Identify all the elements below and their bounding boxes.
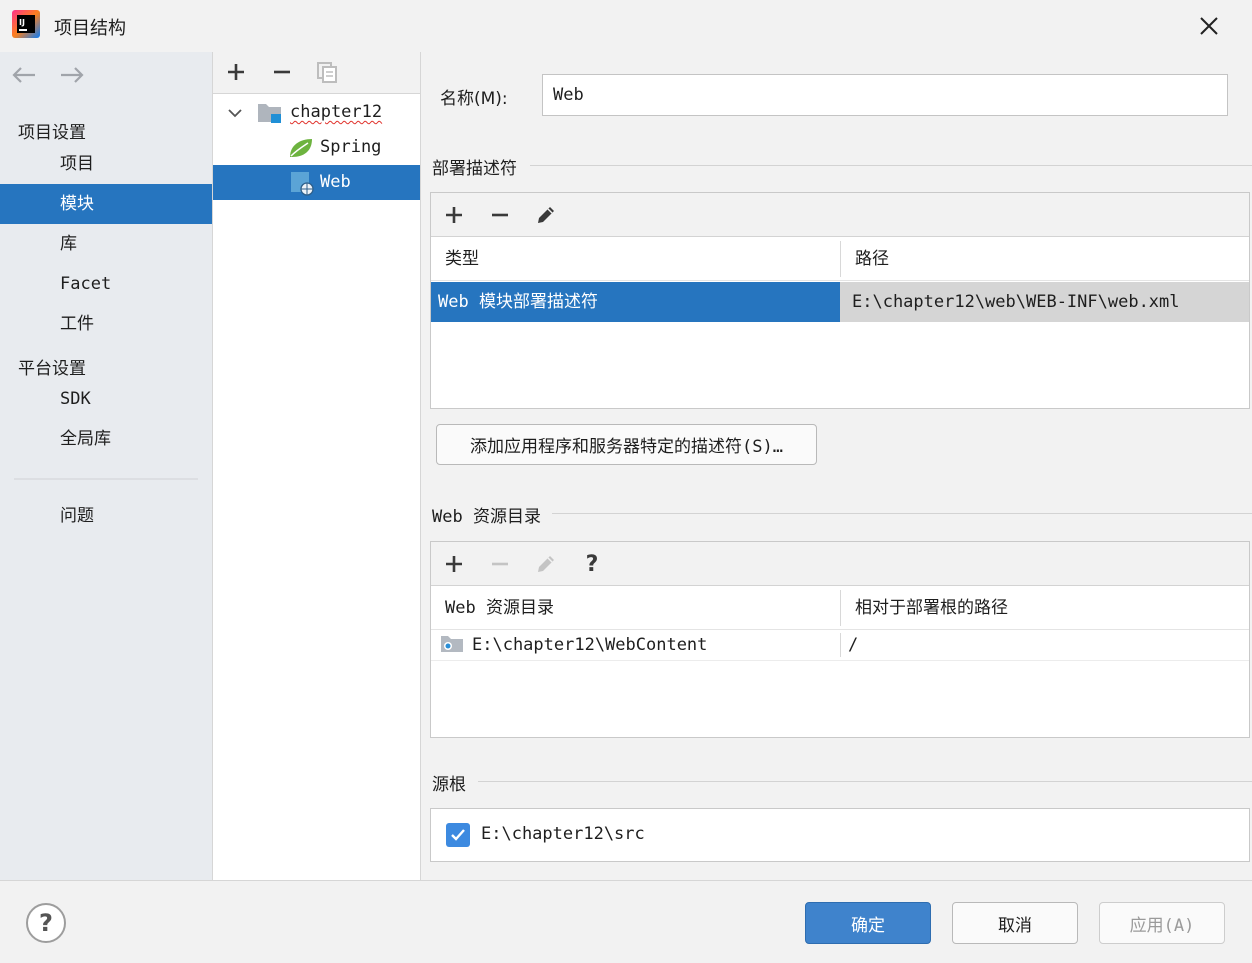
table-row[interactable]: Web 模块部署描述符 E:\chapter12\web\WEB-INF\web… (431, 282, 1249, 322)
name-label: 名称(M): (440, 89, 508, 109)
pencil-icon (538, 556, 554, 572)
add-web-root-button[interactable] (439, 549, 469, 579)
intellij-logo-icon: IJ (12, 10, 40, 38)
tree-toolbar (213, 52, 420, 94)
module-name-input[interactable] (542, 74, 1228, 116)
edit-web-root-button[interactable] (531, 549, 561, 579)
source-roots-section-title: 源根 (432, 770, 476, 795)
arrow-left-icon (12, 67, 35, 83)
deployment-descriptor-table: 类型 路径 Web 模块部署描述符 E:\chapter12\web\WEB-I… (430, 192, 1250, 409)
add-server-descriptor-button[interactable]: 添加应用程序和服务器特定的描述符(S)… (436, 424, 817, 465)
checkmark-icon (451, 829, 465, 841)
add-icon (228, 64, 244, 80)
section-divider (552, 513, 1252, 514)
remove-icon (492, 213, 508, 217)
arrow-right-icon (61, 67, 84, 83)
module-details-panel: 名称(M): 部署描述符 类型 路径 Web 模块部署描述符 E:\chapte… (422, 52, 1252, 880)
forward-button[interactable] (58, 62, 86, 88)
column-header-type[interactable]: 类型 (431, 237, 841, 281)
tree-node-label: chapter12 (290, 102, 383, 122)
add-descriptor-button[interactable] (439, 200, 469, 230)
nav-item-artifacts[interactable]: 工件 (0, 304, 212, 344)
deployment-section-title: 部署描述符 (432, 154, 527, 179)
remove-icon (492, 562, 508, 566)
pencil-icon (538, 207, 554, 223)
nav-divider (14, 478, 198, 480)
title-bar: IJ 项目结构 (0, 0, 1252, 52)
settings-nav: 项目设置 项目 模块 库 Facet 工件 平台设置 SDK 全局库 问题 (0, 52, 212, 880)
column-header-path[interactable]: 路径 (841, 237, 1249, 281)
column-header-web-root[interactable]: Web 资源目录 (431, 586, 841, 630)
descriptor-type-cell: Web 模块部署描述符 (431, 282, 840, 322)
tree-node-chapter12[interactable]: chapter12 (213, 95, 420, 130)
tree-node-spring[interactable]: Spring (213, 130, 420, 165)
copy-module-button[interactable] (312, 57, 342, 87)
module-folder-icon (258, 104, 281, 123)
add-module-button[interactable] (221, 57, 251, 87)
nav-item-project[interactable]: 项目 (0, 144, 212, 184)
nav-item-problems[interactable]: 问题 (0, 496, 212, 536)
close-icon (1200, 17, 1218, 35)
copy-icon (317, 62, 337, 83)
nav-item-sdks[interactable]: SDK (0, 379, 212, 419)
nav-item-global-libraries[interactable]: 全局库 (0, 419, 212, 459)
nav-item-libraries[interactable]: 库 (0, 224, 212, 264)
web-resource-toolbar: ? (431, 542, 1249, 586)
column-separator (840, 633, 841, 657)
cancel-button[interactable]: 取消 (952, 902, 1078, 944)
web-resource-table: ? Web 资源目录 相对于部署根的路径 E:\chapter12\WebCon… (430, 541, 1250, 738)
section-divider (530, 165, 1252, 166)
back-button[interactable] (10, 62, 38, 88)
edit-descriptor-button[interactable] (531, 200, 561, 230)
close-button[interactable] (1192, 10, 1226, 42)
chevron-down-icon[interactable] (227, 105, 243, 121)
spring-leaf-icon (290, 139, 312, 157)
ok-button[interactable]: 确定 (805, 902, 931, 944)
relative-path-cell: / (848, 635, 859, 655)
window-title: 项目结构 (54, 18, 126, 39)
nav-item-modules[interactable]: 模块 (0, 184, 212, 224)
source-roots-list: E:\chapter12\src (430, 808, 1250, 862)
remove-module-button[interactable] (267, 57, 297, 87)
source-root-path: E:\chapter12\src (481, 824, 645, 844)
remove-icon (274, 70, 290, 74)
web-folder-icon (441, 636, 463, 652)
table-row[interactable]: E:\chapter12\WebContent / (431, 631, 1249, 661)
svg-text:IJ: IJ (19, 18, 25, 27)
apply-button[interactable]: 应用(A) (1099, 902, 1225, 944)
section-divider (478, 781, 1252, 782)
nav-item-facets[interactable]: Facet (0, 264, 212, 304)
remove-web-root-button[interactable] (485, 549, 515, 579)
add-icon (446, 556, 462, 572)
descriptor-path-cell: E:\chapter12\web\WEB-INF\web.xml (840, 282, 1249, 322)
column-header-relative-path[interactable]: 相对于部署根的路径 (841, 586, 1249, 630)
dialog-button-bar: ? 确定 取消 应用(A) (0, 880, 1252, 963)
add-icon (446, 207, 462, 223)
deployment-toolbar (431, 193, 1249, 237)
web-resources-section-title: Web 资源目录 (432, 502, 551, 527)
help-icon[interactable]: ? (577, 549, 607, 579)
web-root-path-cell: E:\chapter12\WebContent (472, 635, 708, 655)
source-root-checkbox[interactable] (446, 823, 470, 847)
module-tree-panel: chapter12 Spring Web (212, 52, 421, 880)
tree-node-label: Spring (320, 137, 382, 157)
nav-section-platform-settings: 平台设置 (18, 359, 86, 379)
web-facet-icon (291, 172, 314, 196)
help-button[interactable]: ? (26, 903, 66, 943)
remove-descriptor-button[interactable] (485, 200, 515, 230)
tree-node-web[interactable]: Web (213, 165, 420, 200)
nav-section-project-settings: 项目设置 (18, 123, 86, 143)
tree-node-label: Web (320, 172, 351, 192)
